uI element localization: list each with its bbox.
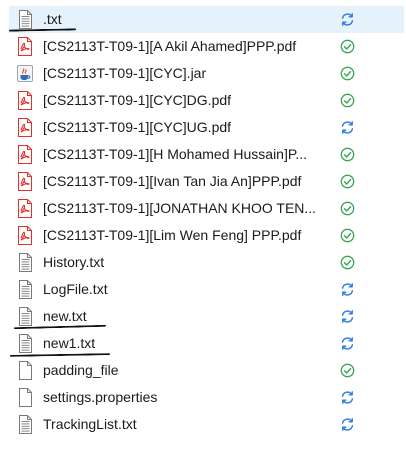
synced-check-icon bbox=[340, 363, 355, 378]
synced-check-icon bbox=[340, 66, 355, 81]
file-row[interactable]: [CS2113T-T09-1][Lim Wen Feng] PPP.pdf bbox=[0, 222, 406, 249]
file-name: TrackingList.txt bbox=[43, 416, 137, 432]
pdf-file-icon bbox=[17, 37, 33, 56]
file-row[interactable]: [CS2113T-T09-1][Ivan Tan Jia An]PPP.pdf bbox=[0, 168, 406, 195]
text-file-icon bbox=[17, 280, 33, 299]
file-row[interactable]: TrackingList.txt bbox=[0, 411, 406, 438]
pdf-file-icon bbox=[17, 145, 33, 164]
synced-check-icon bbox=[340, 201, 355, 216]
pdf-file-icon bbox=[17, 91, 33, 110]
file-name: new.txt bbox=[43, 308, 87, 324]
file-name: [CS2113T-T09-1][A Akil Ahamed]PPP.pdf bbox=[43, 38, 297, 54]
synced-check-icon bbox=[340, 147, 355, 162]
sync-pending-icon bbox=[340, 336, 355, 351]
file-row[interactable]: [CS2113T-T09-1][CYC]DG.pdf bbox=[0, 87, 406, 114]
file-row[interactable]: [CS2113T-T09-1][A Akil Ahamed]PPP.pdf bbox=[0, 33, 406, 60]
java-jar-icon bbox=[17, 64, 33, 83]
synced-check-icon bbox=[340, 255, 355, 270]
sync-pending-icon bbox=[340, 309, 355, 324]
text-file-icon bbox=[17, 307, 33, 326]
sync-pending-icon bbox=[340, 417, 355, 432]
file-row[interactable]: [CS2113T-T09-1][JONATHAN KHOO TEN... bbox=[0, 195, 406, 222]
file-row[interactable]: History.txt bbox=[0, 249, 406, 276]
file-name: LogFile.txt bbox=[43, 281, 108, 297]
file-name: [CS2113T-T09-1][JONATHAN KHOO TEN... bbox=[43, 200, 317, 216]
sync-pending-icon bbox=[340, 120, 355, 135]
pdf-file-icon bbox=[17, 172, 33, 191]
pdf-file-icon bbox=[17, 118, 33, 137]
pdf-file-icon bbox=[17, 199, 33, 218]
text-file-icon bbox=[17, 334, 33, 353]
file-name: History.txt bbox=[43, 254, 105, 270]
file-row[interactable]: settings.properties bbox=[0, 384, 406, 411]
text-file-icon bbox=[17, 10, 33, 29]
file-name: [CS2113T-T09-1][Ivan Tan Jia An]PPP.pdf bbox=[43, 173, 302, 189]
file-name: .txt bbox=[43, 11, 62, 27]
synced-check-icon bbox=[340, 228, 355, 243]
text-file-icon bbox=[17, 253, 33, 272]
synced-check-icon bbox=[340, 93, 355, 108]
file-list: .txt [CS2113T-T09-1][A Akil Ahamed]PPP.pd… bbox=[0, 6, 406, 438]
file-name: new1.txt bbox=[43, 335, 96, 351]
sync-pending-icon bbox=[340, 390, 355, 405]
file-row[interactable]: [CS2113T-T09-1][CYC]UG.pdf bbox=[0, 114, 406, 141]
file-name: [CS2113T-T09-1][Lim Wen Feng] PPP.pdf bbox=[43, 227, 302, 243]
file-name: [CS2113T-T09-1][H Mohamed Hussain]P... bbox=[43, 146, 308, 162]
pdf-file-icon bbox=[17, 226, 33, 245]
file-row[interactable]: new1.txt bbox=[0, 330, 406, 357]
file-name: [CS2113T-T09-1][CYC]DG.pdf bbox=[43, 92, 232, 108]
file-row[interactable]: LogFile.txt bbox=[0, 276, 406, 303]
file-name: [CS2113T-T09-1][CYC]UG.pdf bbox=[43, 119, 232, 135]
file-row[interactable]: padding_file bbox=[0, 357, 406, 384]
text-file-icon bbox=[17, 415, 33, 434]
sync-pending-icon bbox=[340, 282, 355, 297]
file-name: padding_file bbox=[43, 362, 119, 378]
file-name: [CS2113T-T09-1][CYC].jar bbox=[43, 65, 207, 81]
sync-pending-icon bbox=[340, 12, 355, 27]
file-name: settings.properties bbox=[43, 389, 158, 405]
file-row[interactable]: [CS2113T-T09-1][H Mohamed Hussain]P... bbox=[0, 141, 406, 168]
synced-check-icon bbox=[340, 174, 355, 189]
blank-file-icon bbox=[17, 388, 33, 407]
synced-check-icon bbox=[340, 39, 355, 54]
blank-file-icon bbox=[17, 361, 33, 380]
file-row[interactable]: [CS2113T-T09-1][CYC].jar bbox=[0, 60, 406, 87]
